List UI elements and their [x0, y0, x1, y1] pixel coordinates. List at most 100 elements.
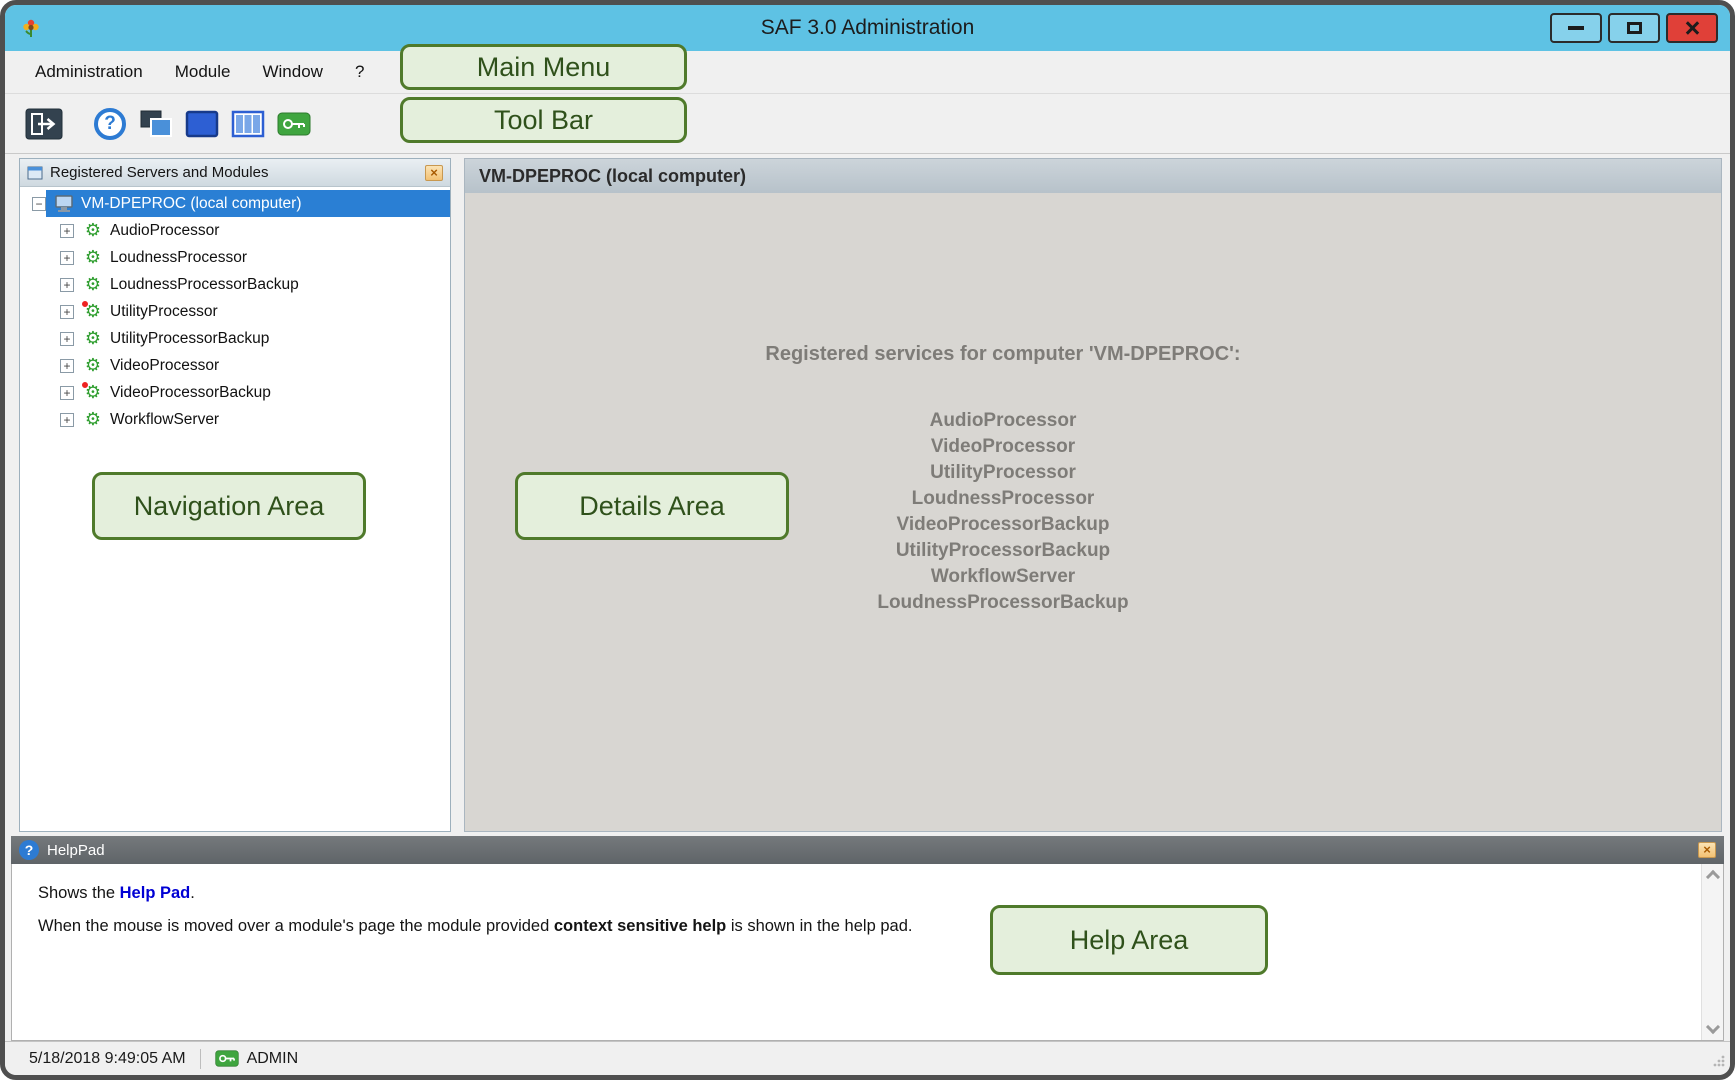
- table-view-button[interactable]: [225, 101, 271, 147]
- service-name: WorkflowServer: [465, 564, 1541, 590]
- module-gear-icon: ⚙: [83, 221, 103, 241]
- tree-item-audioprocessor[interactable]: + ⚙ AudioProcessor: [20, 217, 450, 244]
- service-name: AudioProcessor: [465, 408, 1541, 434]
- scroll-down-icon[interactable]: [1705, 1020, 1719, 1034]
- tree-item-label: LoudnessProcessor: [110, 249, 247, 267]
- gear-glyph: ⚙: [83, 329, 103, 349]
- module-manager-button[interactable]: [133, 101, 179, 147]
- login-key-button[interactable]: [271, 101, 317, 147]
- annotation-tool-bar: Tool Bar: [400, 97, 687, 143]
- user-key-icon: [215, 1050, 239, 1067]
- gear-glyph: ⚙: [83, 410, 103, 430]
- expand-icon[interactable]: +: [60, 413, 74, 427]
- tree-root-server[interactable]: − VM-DPEPROC (local computer): [20, 190, 450, 217]
- gear-glyph: ⚙: [83, 275, 103, 295]
- computer-icon: [54, 194, 74, 214]
- navigation-panel-title: Registered Servers and Modules: [50, 164, 268, 181]
- close-button[interactable]: [1666, 13, 1718, 43]
- status-bar: 5/18/2018 9:49:05 AM ADMIN: [5, 1041, 1730, 1075]
- status-user: ADMIN: [215, 1050, 299, 1068]
- help-pad-link[interactable]: Help Pad: [120, 884, 191, 902]
- close-icon: [1684, 20, 1700, 36]
- helppad-close-button[interactable]: ×: [1698, 842, 1716, 858]
- module-gear-icon: ⚙: [83, 248, 103, 268]
- registered-services-title: Registered services for computer 'VM-DPE…: [465, 343, 1541, 366]
- expand-icon[interactable]: +: [60, 251, 74, 265]
- tree-item-label: UtilityProcessor: [110, 303, 218, 321]
- service-name: LoudnessProcessorBackup: [465, 590, 1541, 616]
- annotation-help-area: Help Area: [990, 905, 1268, 975]
- module-gear-icon: ⚙: [83, 383, 103, 403]
- help-text: .: [190, 884, 195, 902]
- tree-item-utilityprocessorbackup[interactable]: + ⚙ UtilityProcessorBackup: [20, 325, 450, 352]
- help-icon: ?: [94, 108, 126, 140]
- module-gear-icon: ⚙: [83, 356, 103, 376]
- menu-module[interactable]: Module: [159, 51, 247, 93]
- annotation-details-area: Details Area: [515, 472, 789, 540]
- key-icon: [277, 112, 311, 136]
- module-windows-icon: [139, 109, 173, 139]
- tree-item-label: WorkflowServer: [110, 411, 219, 429]
- maximize-icon: [1627, 22, 1642, 34]
- screen-view-button[interactable]: [179, 101, 225, 147]
- module-gear-icon: ⚙: [83, 302, 103, 322]
- status-user-label: ADMIN: [247, 1050, 299, 1068]
- help-text-bold: context sensitive help: [554, 917, 726, 935]
- tree-item-loudnessprocessorbackup[interactable]: + ⚙ LoudnessProcessorBackup: [20, 271, 450, 298]
- help-text: is shown in the help pad.: [726, 917, 912, 935]
- panel-splitter[interactable]: [451, 158, 464, 832]
- helppad-question-icon: ?: [19, 840, 39, 860]
- annotation-main-menu: Main Menu: [400, 44, 687, 90]
- help-button[interactable]: ?: [87, 101, 133, 147]
- gear-glyph: ⚙: [83, 248, 103, 268]
- tree-item-label: VideoProcessor: [110, 357, 219, 375]
- helppad-panel: ? HelpPad × Shows the Help Pad. When the…: [11, 836, 1724, 1041]
- tree-item-videoprocessor[interactable]: + ⚙ VideoProcessor: [20, 352, 450, 379]
- scroll-up-icon[interactable]: [1705, 870, 1719, 884]
- main-menu-bar: Administration Module Window ?: [5, 51, 1730, 94]
- minimize-button[interactable]: [1550, 13, 1602, 43]
- window-title: SAF 3.0 Administration: [5, 16, 1730, 40]
- exit-button[interactable]: [21, 101, 67, 147]
- expand-icon[interactable]: +: [60, 386, 74, 400]
- app-flower-icon: [19, 16, 43, 40]
- status-timestamp: 5/18/2018 9:49:05 AM: [29, 1050, 186, 1068]
- tree-item-loudnessprocessor[interactable]: + ⚙ LoudnessProcessor: [20, 244, 450, 271]
- helppad-content: Shows the Help Pad. When the mouse is mo…: [11, 864, 1724, 1041]
- menu-help[interactable]: ?: [339, 51, 380, 93]
- tree-item-label: UtilityProcessorBackup: [110, 330, 269, 348]
- module-gear-icon: ⚙: [83, 275, 103, 295]
- details-header: VM-DPEPROC (local computer): [465, 159, 1721, 193]
- menu-window[interactable]: Window: [246, 51, 338, 93]
- tree-item-label: LoudnessProcessorBackup: [110, 276, 299, 294]
- maximize-button[interactable]: [1608, 13, 1660, 43]
- expand-icon[interactable]: +: [60, 332, 74, 346]
- tree-item-workflowserver[interactable]: + ⚙ WorkflowServer: [20, 406, 450, 433]
- gear-glyph: ⚙: [83, 356, 103, 376]
- expand-icon[interactable]: +: [60, 224, 74, 238]
- expand-icon[interactable]: +: [60, 359, 74, 373]
- resize-grip[interactable]: [1711, 1053, 1725, 1072]
- service-name: UtilityProcessorBackup: [465, 538, 1541, 564]
- status-separator: [200, 1049, 201, 1069]
- module-gear-icon: ⚙: [83, 329, 103, 349]
- alert-dot: [81, 300, 89, 308]
- tree-item-label: VideoProcessorBackup: [110, 384, 271, 402]
- tree-item-utilityprocessor[interactable]: + ⚙ UtilityProcessor: [20, 298, 450, 325]
- exit-door-icon: [25, 108, 63, 140]
- helppad-title: HelpPad: [47, 842, 105, 859]
- navigation-close-button[interactable]: ×: [425, 165, 443, 181]
- help-line-2: When the mouse is moved over a module's …: [38, 917, 1677, 936]
- expand-icon[interactable]: +: [60, 305, 74, 319]
- help-text: When the mouse is moved over a module's …: [38, 917, 554, 935]
- table-columns-icon: [231, 110, 265, 138]
- collapse-icon[interactable]: −: [32, 197, 46, 211]
- gear-glyph: ⚙: [83, 221, 103, 241]
- navigation-panel-header: Registered Servers and Modules ×: [20, 159, 450, 187]
- expand-icon[interactable]: +: [60, 278, 74, 292]
- tree-root-selection[interactable]: VM-DPEPROC (local computer): [46, 190, 450, 217]
- menu-administration[interactable]: Administration: [19, 51, 159, 93]
- help-text: Shows the: [38, 884, 120, 902]
- tree-item-videoprocessorbackup[interactable]: + ⚙ VideoProcessorBackup: [20, 379, 450, 406]
- help-scrollbar[interactable]: [1701, 864, 1723, 1040]
